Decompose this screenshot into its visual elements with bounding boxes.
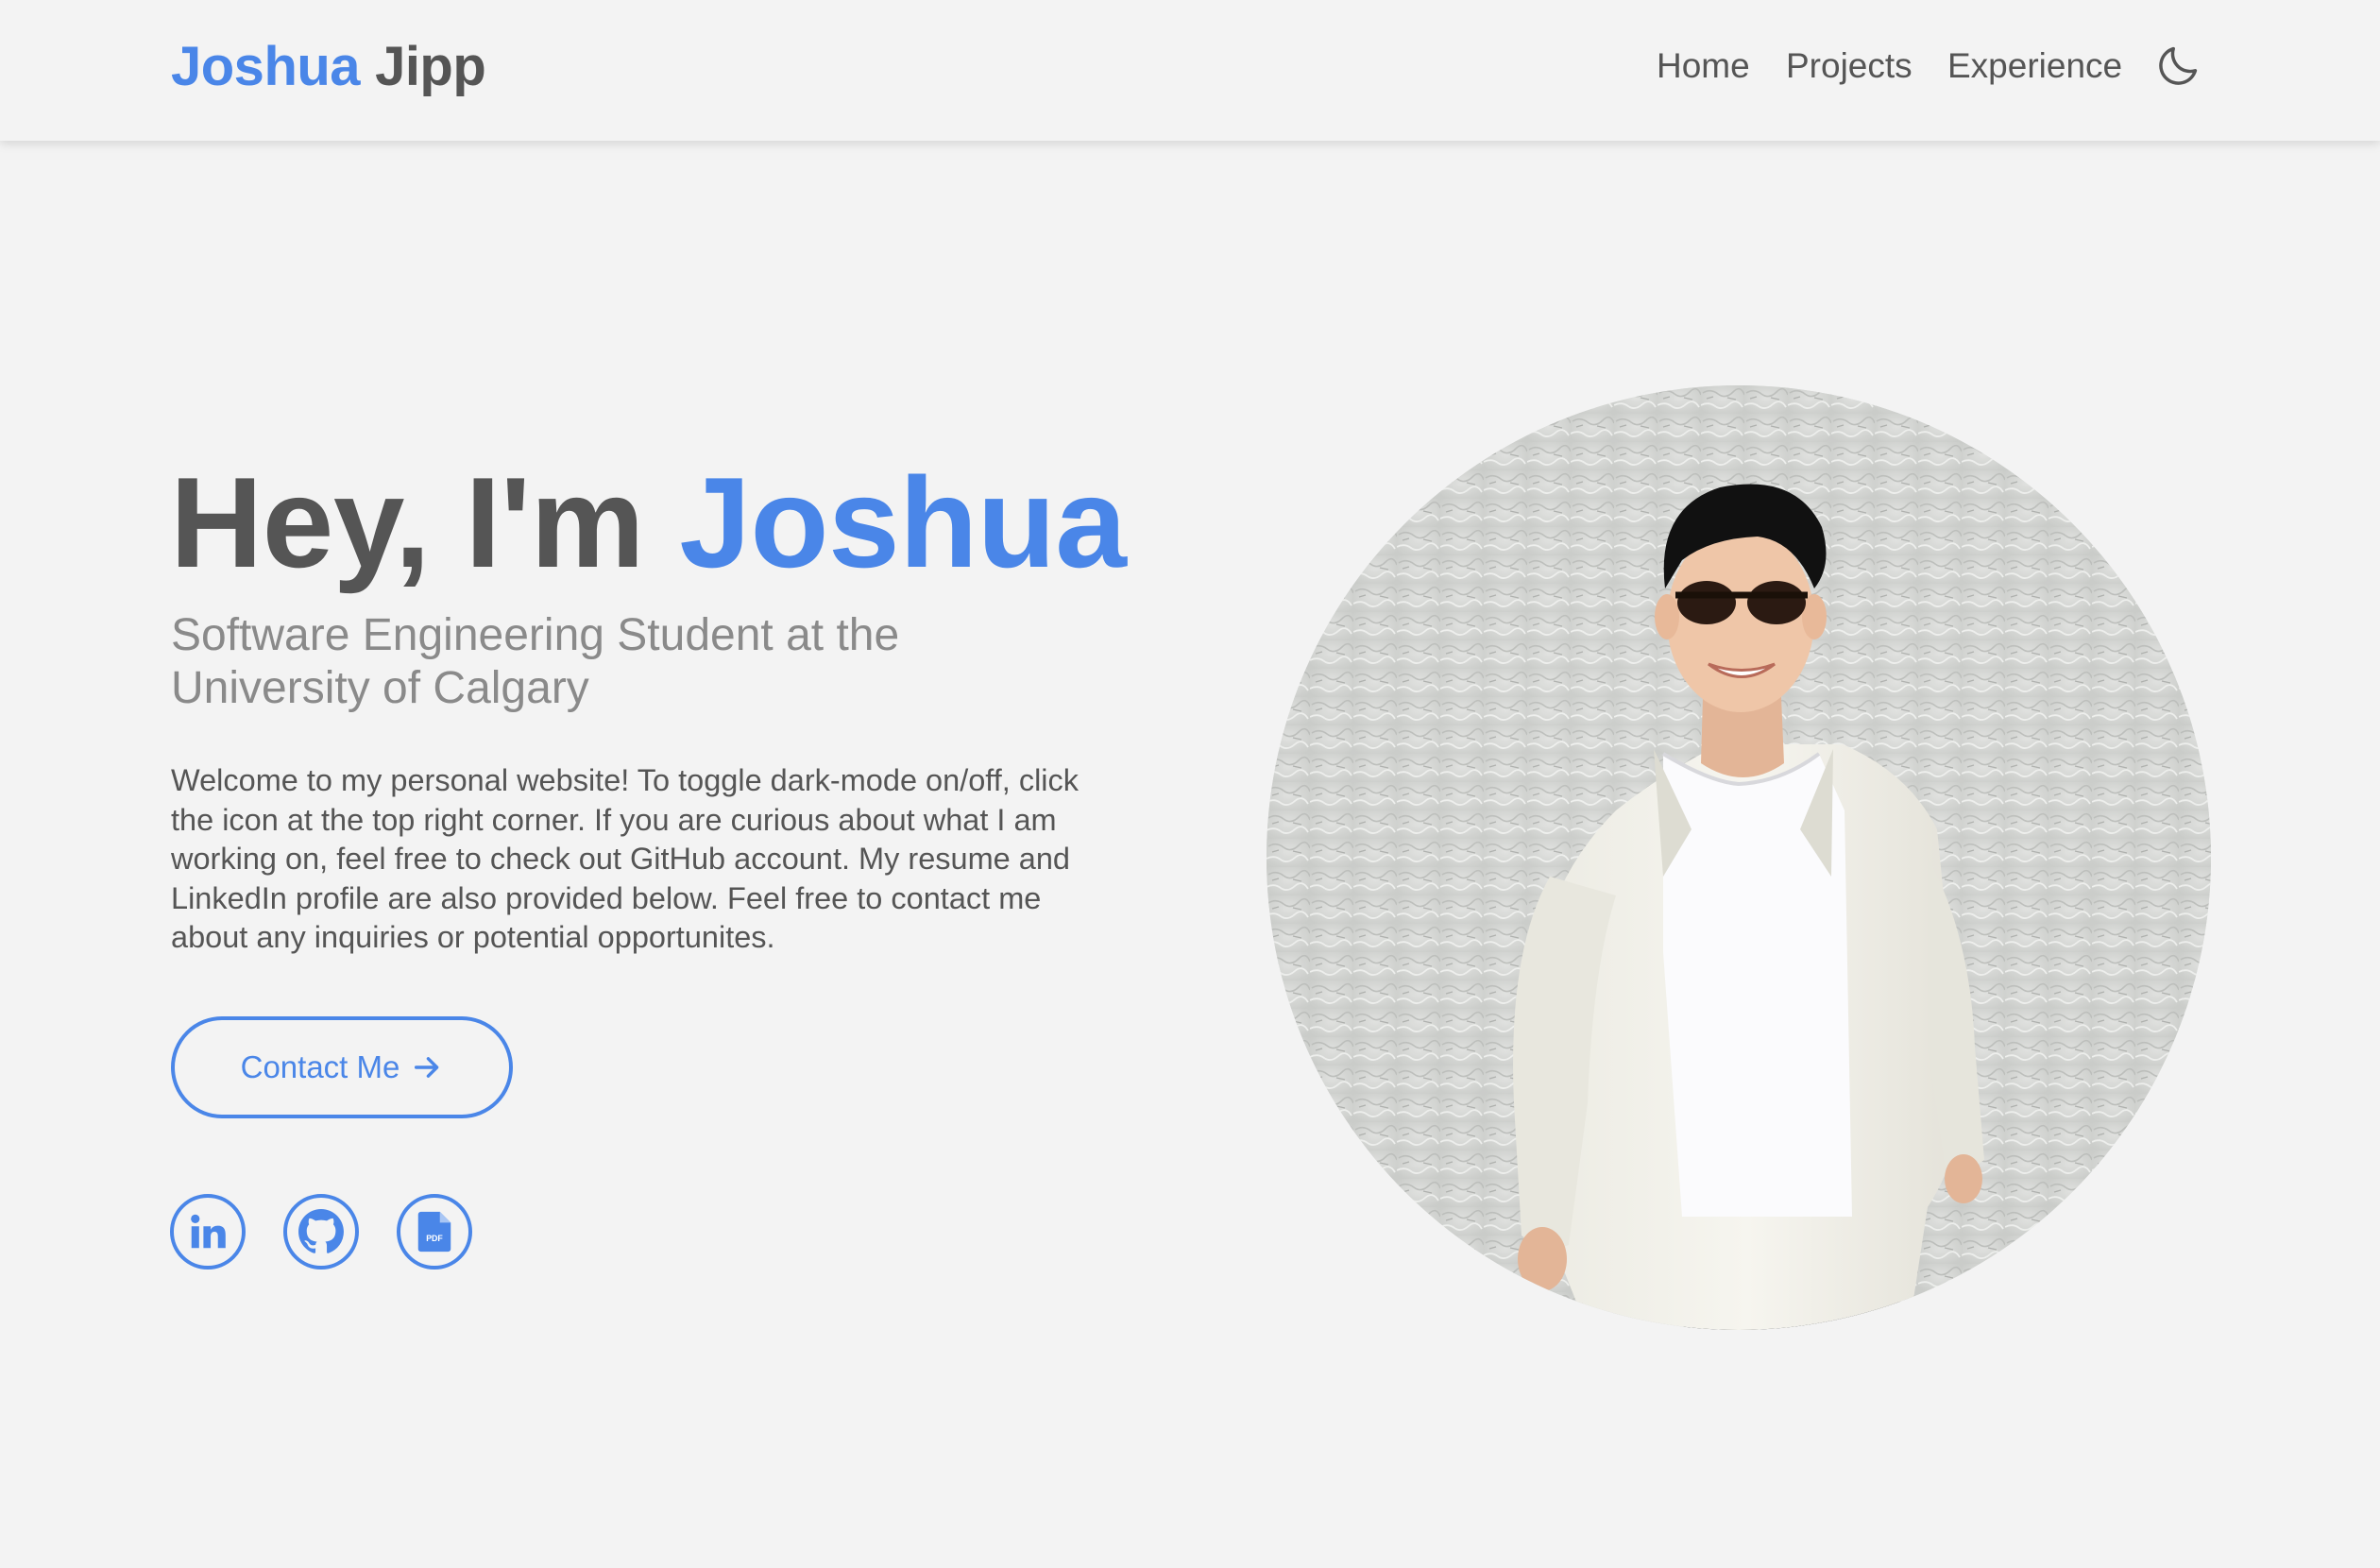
dark-mode-toggle[interactable] (2153, 42, 2202, 91)
hero-subtitle-line2: University of Calgary (171, 663, 589, 713)
hero-heading: Hey, I'm Joshua (170, 451, 1127, 594)
linkedin-icon (191, 1214, 226, 1249)
hero-subtitle-line1: Software Engineering Student at the (171, 610, 900, 660)
arrow-right-icon (411, 1051, 443, 1083)
resume-link[interactable]: PDF (397, 1194, 472, 1270)
site-header: Joshua Jipp Home Projects Experience (0, 0, 2380, 141)
linkedin-link[interactable] (170, 1194, 246, 1270)
pdf-file-icon: PDF (417, 1211, 451, 1253)
hero-subtitle: Software Engineering Student at the Unive… (171, 609, 1021, 715)
nav-home-link[interactable]: Home (1657, 43, 1750, 89)
github-link[interactable] (283, 1194, 359, 1270)
github-icon (298, 1209, 344, 1253)
contact-me-button[interactable]: Contact Me (171, 1016, 513, 1118)
main-nav: Home Projects Experience (0, 43, 2380, 89)
hero-intro-text: Welcome to my personal website! To toggl… (171, 763, 1080, 954)
nav-projects-link[interactable]: Projects (1786, 43, 1912, 89)
hero-heading-name: Joshua (679, 451, 1127, 594)
pdf-badge-text: PDF (426, 1234, 443, 1243)
profile-photo-illustration (1266, 385, 2211, 1330)
moon-icon (2159, 46, 2198, 85)
contact-me-label: Contact Me (240, 1049, 400, 1084)
profile-photo (1266, 385, 2211, 1330)
hero-heading-prefix: Hey, I'm (170, 451, 645, 594)
nav-experience-link[interactable]: Experience (1947, 43, 2122, 89)
